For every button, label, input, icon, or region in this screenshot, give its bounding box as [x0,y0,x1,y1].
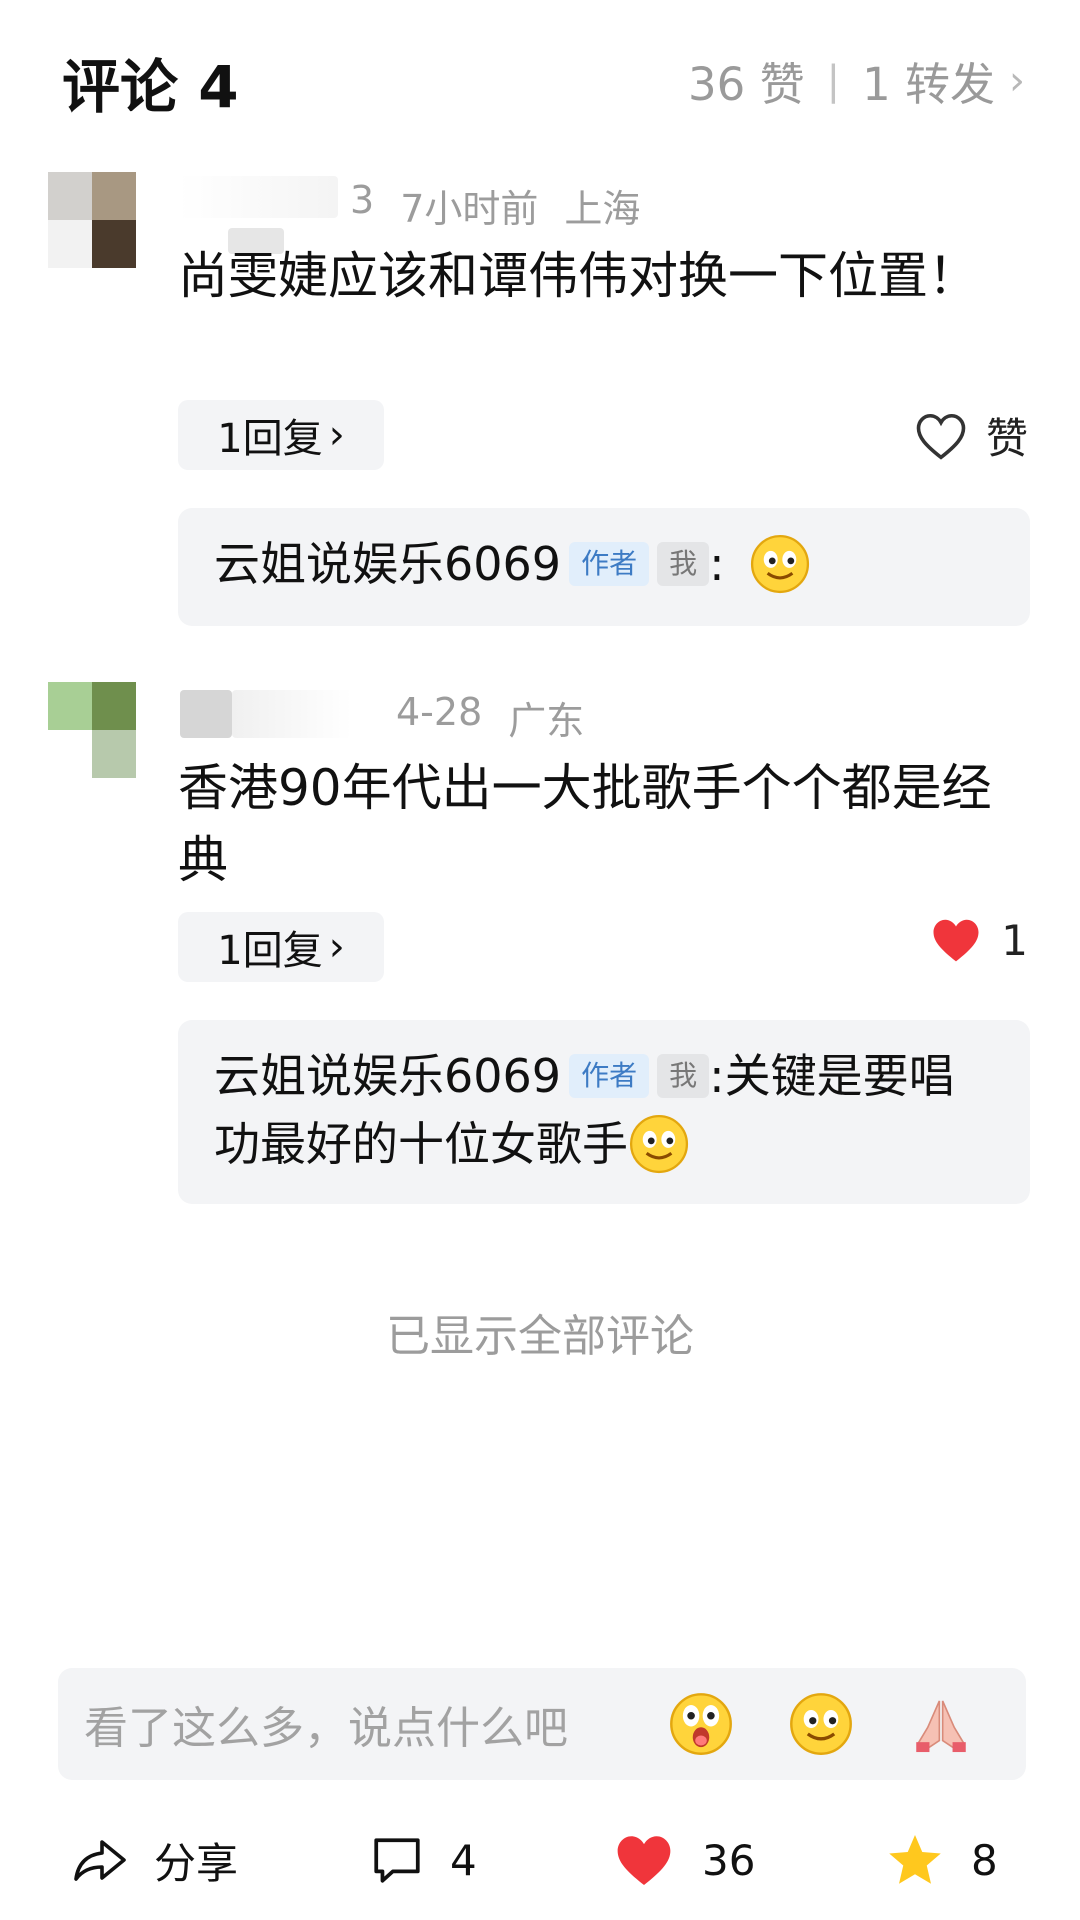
comment-text: 尚雯婕应该和谭伟伟对换一下位置！ [178,247,978,305]
comment-input[interactable]: 看了这么多，说点什么吧 [58,1668,1026,1780]
comment-time: 4-28 [396,690,483,734]
heart-filled-icon [933,919,979,962]
reply-preview[interactable]: 云姐说娱乐6069 作者我:关键是要唱功最好的十位女歌手 [178,1020,1030,1204]
reply-colon: : [709,537,725,591]
comments-header: 评论 4 36 赞 | 1 转发 › [0,0,1080,150]
like-label: 赞 [985,414,1028,463]
chevron-right-icon[interactable]: › [1009,58,1025,104]
comment-count-button[interactable]: 4 [370,1820,477,1900]
reply-count: 1回复 [217,928,323,974]
surprised-emoji-icon [670,1693,732,1755]
author-badge: 作者 [569,541,650,586]
username-redacted-fragment [232,690,352,738]
likes-count[interactable]: 36 赞 [688,48,805,113]
like-count: 36 [702,1835,756,1885]
bottom-action-bar: 分享 4 36 8 [0,1820,1080,1920]
all-comments-shown-note: 已显示全部评论 [386,1311,694,1362]
comment-count: 4 [450,1835,477,1885]
smile-emoji-icon [629,1114,689,1173]
chevron-right-icon: › [328,412,345,458]
comment-region: 广东 [508,699,585,743]
heart-filled-icon [617,1836,671,1886]
username-fragment: 3 [350,178,375,222]
pray-emoji-button[interactable] [906,1689,976,1759]
username-redacted[interactable] [180,690,232,738]
comment-meta: 4-28 广东 [396,690,584,745]
view-replies-button[interactable]: 1回复 › [178,400,384,470]
favorite-button[interactable]: 8 [885,1820,998,1900]
stats-divider: | [826,57,841,104]
favorite-count: 8 [971,1835,998,1885]
comment-bubble-icon [374,1838,420,1883]
like-count: 1 [1001,915,1028,965]
username-redacted[interactable] [178,176,338,218]
comments-title: 评论 4 [62,53,239,121]
me-badge: 我 [657,1053,710,1098]
smile-emoji-icon [790,1693,852,1755]
share-button[interactable]: 分享 [72,1820,238,1900]
comment-region: 上海 [564,187,641,231]
post-stats[interactable]: 36 赞 | 1 转发 › [688,48,1025,113]
chevron-right-icon: › [328,924,345,970]
reply-count: 1回复 [217,416,323,462]
heart-outline-icon [916,413,966,460]
reply-author[interactable]: 云姐说娱乐6069 [214,1049,561,1103]
like-post-button[interactable]: 36 [612,1820,755,1900]
reply-preview[interactable]: 云姐说娱乐6069 作者我: [178,508,1030,626]
forwards-count[interactable]: 1 转发 [862,48,995,113]
smile-emoji-icon [751,534,810,593]
me-badge: 我 [657,541,710,586]
author-badge: 作者 [569,1053,650,1098]
surprised-emoji-button[interactable] [666,1689,736,1759]
comment-text: 香港90年代出一大批歌手个个都是经典 [178,759,992,889]
comment-meta: 3 7小时前 上海 [350,178,640,233]
avatar[interactable] [48,682,136,778]
smile-emoji-button[interactable] [786,1689,856,1759]
pray-emoji-icon [916,1700,966,1753]
share-label: 分享 [154,1838,239,1888]
comment-time: 7小时前 [400,187,539,231]
avatar[interactable] [48,172,136,268]
like-button[interactable]: 1 [929,915,1028,965]
like-button[interactable]: 赞 [914,405,1028,466]
reply-author[interactable]: 云姐说娱乐6069 [214,537,561,591]
star-icon [889,1835,941,1884]
reply-colon: : [709,1049,725,1103]
view-replies-button[interactable]: 1回复 › [178,912,384,982]
share-icon [74,1840,126,1881]
comment-input-placeholder[interactable]: 看了这么多，说点什么吧 [84,1692,666,1756]
